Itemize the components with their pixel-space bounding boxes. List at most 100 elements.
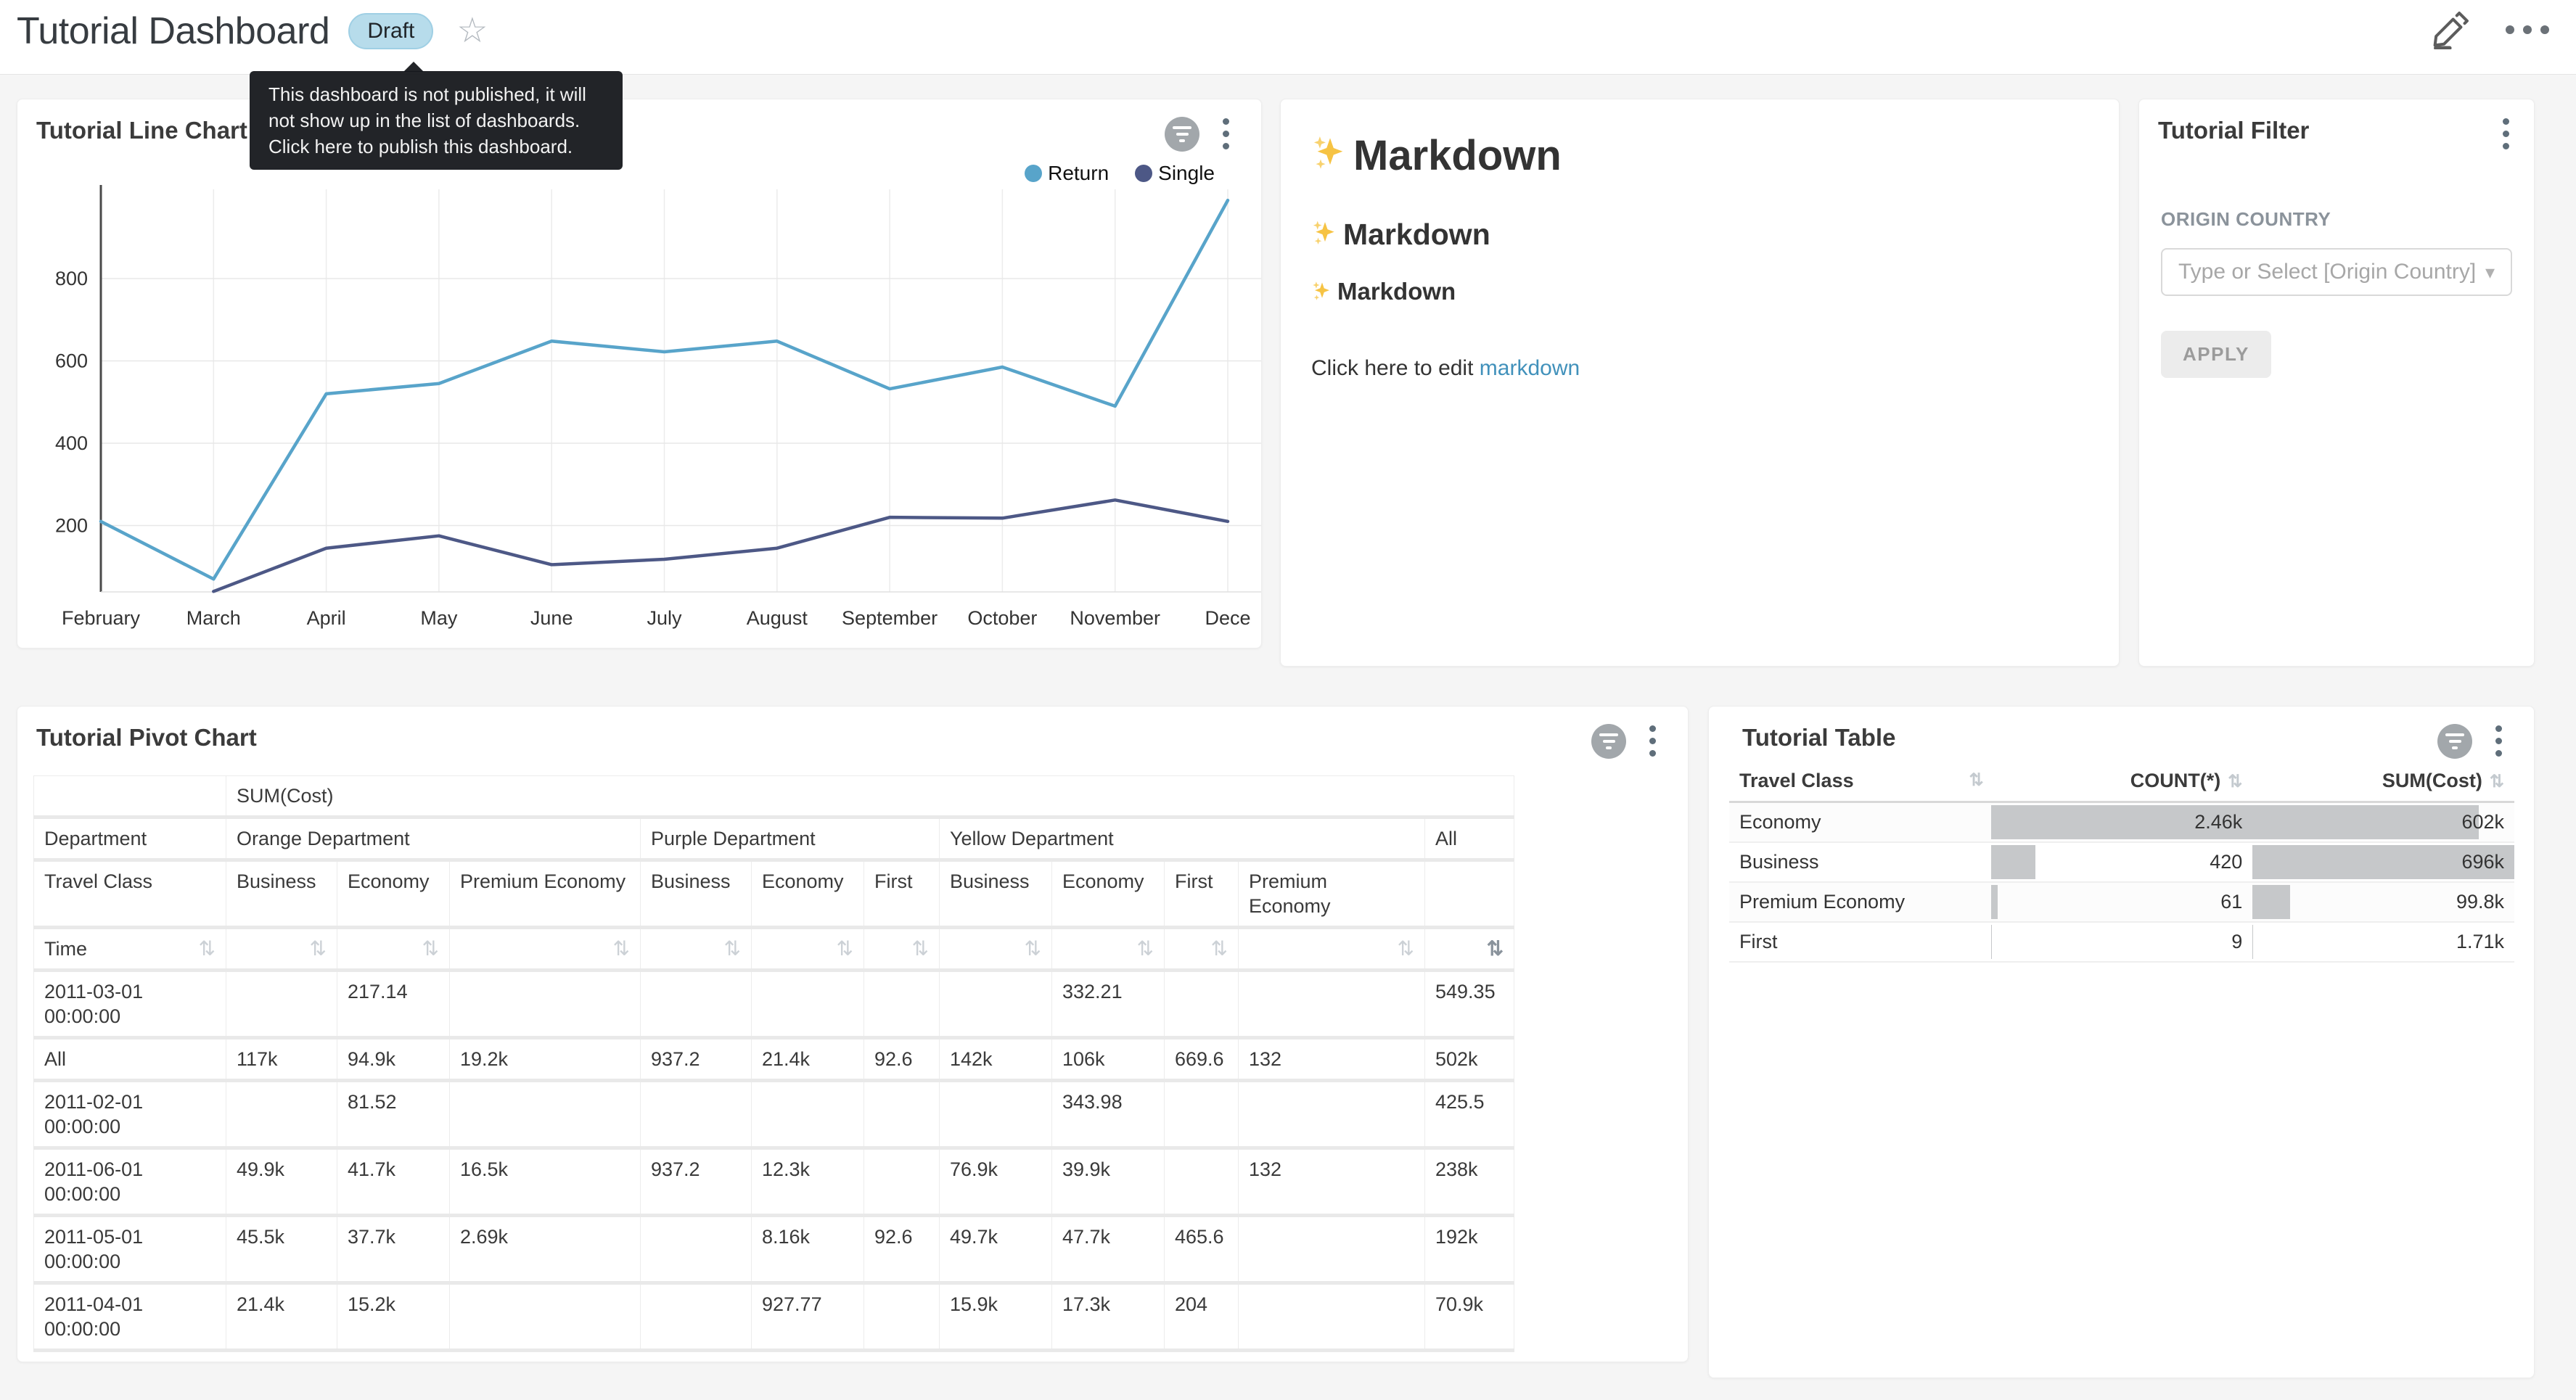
- sort-icon[interactable]: ⇅: [199, 936, 216, 961]
- pivot-value-cell: 132: [1239, 1148, 1425, 1216]
- pivot-class-header: Business: [226, 860, 337, 928]
- pivot-value-cell: 238k: [1425, 1148, 1514, 1216]
- line-chart[interactable]: 200400600800FebruaryMarchAprilMayJuneJul…: [17, 182, 1261, 646]
- pivot-value-cell: [1239, 1283, 1425, 1351]
- sort-icon[interactable]: ⇅: [1487, 936, 1504, 961]
- sort-icon[interactable]: ⇅: [1025, 936, 1041, 961]
- kebab-menu-icon[interactable]: [1220, 115, 1232, 152]
- pivot-value-cell: 12.3k: [752, 1148, 864, 1216]
- sort-icon[interactable]: ⇅: [1137, 936, 1154, 961]
- sparkles-icon: [1311, 134, 1349, 183]
- unpublished-tooltip[interactable]: This dashboard is not published, it will…: [250, 71, 623, 170]
- pivot-time-label: Time⇅: [34, 928, 226, 971]
- pivot-class-header: First: [864, 860, 940, 928]
- pivot-value-cell: 15.2k: [337, 1283, 450, 1351]
- pivot-value-cell: [1239, 1216, 1425, 1283]
- pivot-value-cell: 49.9k: [226, 1148, 337, 1216]
- pivot-sort-cell: ⇅: [641, 928, 752, 971]
- pivot-value-cell: 132: [1239, 1038, 1425, 1081]
- pivot-value-cell: [641, 1081, 752, 1148]
- svg-text:June: June: [530, 607, 573, 629]
- sort-icon[interactable]: ⇅: [613, 936, 630, 961]
- pivot-row: 2011-05-01 00:00:0045.5k37.7k2.69k8.16k9…: [34, 1216, 1514, 1283]
- dashboard-header: Tutorial Dashboard Draft ☆: [0, 0, 2576, 75]
- pivot-value-cell: 106k: [1052, 1038, 1165, 1081]
- sort-icon[interactable]: ⇅: [912, 936, 929, 961]
- sort-icon[interactable]: ⇅: [1969, 770, 1984, 791]
- sort-icon[interactable]: ⇅: [422, 936, 439, 961]
- pivot-row: 2011-04-01 00:00:0021.4k15.2k927.7715.9k…: [34, 1283, 1514, 1351]
- pivot-sort-cell: ⇅: [1425, 928, 1514, 971]
- tooltip-text: This dashboard is not published, it will…: [268, 81, 604, 160]
- pivot-value-cell: [641, 971, 752, 1038]
- filter-circle-icon[interactable]: [1591, 724, 1626, 759]
- pivot-class-header: Economy: [752, 860, 864, 928]
- kebab-menu-icon[interactable]: [2500, 115, 2512, 152]
- kebab-menu-icon[interactable]: [2493, 722, 2505, 759]
- svg-text:May: May: [420, 607, 458, 629]
- draft-badge[interactable]: Draft: [348, 13, 433, 49]
- pivot-value-cell: 332.21: [1052, 971, 1165, 1038]
- sort-icon[interactable]: ⇅: [2228, 772, 2242, 791]
- filter-circle-icon[interactable]: [1165, 117, 1199, 152]
- pivot-all-header: All: [1425, 818, 1514, 860]
- pivot-sort-cell: ⇅: [1165, 928, 1239, 971]
- filter-circle-icon[interactable]: [2437, 724, 2472, 759]
- sort-icon[interactable]: ⇅: [1211, 936, 1228, 961]
- markdown-edit-link[interactable]: markdown: [1480, 356, 1580, 380]
- pivot-sort-cell: ⇅: [226, 928, 337, 971]
- origin-country-label: ORIGIN COUNTRY: [2161, 208, 2512, 231]
- svg-text:Dece: Dece: [1205, 607, 1250, 629]
- sort-icon[interactable]: ⇅: [2490, 772, 2504, 791]
- table-header-sum[interactable]: SUM(Cost)⇅: [2252, 761, 2514, 802]
- pivot-sort-cell: ⇅: [752, 928, 864, 971]
- pivot-value-cell: [1165, 971, 1239, 1038]
- cell-bar: [2252, 805, 2479, 839]
- origin-country-select[interactable]: Type or Select [Origin Country] ▾: [2161, 248, 2512, 296]
- svg-text:September: September: [842, 607, 938, 629]
- table-header-travel-class[interactable]: Travel Class⇅: [1729, 761, 1991, 802]
- pivot-value-cell: 142k: [940, 1038, 1052, 1081]
- filter-card: Tutorial Filter ORIGIN COUNTRY Type or S…: [2138, 99, 2535, 667]
- pivot-value-cell: 927.77: [752, 1283, 864, 1351]
- edit-pencil-icon[interactable]: [2431, 10, 2470, 53]
- pivot-sort-cell: ⇅: [450, 928, 641, 971]
- svg-text:April: April: [307, 607, 346, 629]
- pivot-value-cell: [450, 971, 641, 1038]
- pivot-value-cell: [940, 971, 1052, 1038]
- sort-icon[interactable]: ⇅: [837, 936, 853, 961]
- count-cell: 61: [1991, 882, 2253, 922]
- sort-icon[interactable]: ⇅: [310, 936, 327, 961]
- pivot-value-cell: 37.7k: [337, 1216, 450, 1283]
- pivot-value-cell: 70.9k: [1425, 1283, 1514, 1351]
- kebab-menu-icon[interactable]: [1646, 722, 1659, 759]
- star-icon[interactable]: ☆: [456, 14, 488, 49]
- line-chart-card: Tutorial Line Chart ReturnSingle 2004006…: [17, 99, 1262, 648]
- pivot-class-header: [1425, 860, 1514, 928]
- ellipsis-icon[interactable]: [2505, 25, 2550, 38]
- pivot-value-cell: [1239, 1081, 1425, 1148]
- pivot-value-cell: 465.6: [1165, 1216, 1239, 1283]
- pivot-sort-cell: ⇅: [940, 928, 1052, 971]
- pivot-value-cell: [752, 1081, 864, 1148]
- filter-card-icons: [2500, 115, 2512, 152]
- markdown-h2: Markdown: [1311, 218, 2090, 255]
- pivot-value-cell: 92.6: [864, 1216, 940, 1283]
- cell-bar: [1991, 845, 2036, 879]
- pivot-value-cell: 16.5k: [450, 1148, 641, 1216]
- pivot-measure-label: SUM(Cost): [226, 776, 1514, 818]
- sum-cell: 602k: [2252, 802, 2514, 842]
- svg-text:February: February: [62, 607, 141, 629]
- pivot-value-cell: 217.14: [337, 971, 450, 1038]
- table-header-count[interactable]: COUNT(*)⇅: [1991, 761, 2253, 802]
- pivot-value-cell: [641, 1216, 752, 1283]
- pivot-value-cell: [752, 971, 864, 1038]
- apply-button[interactable]: APPLY: [2161, 331, 2271, 378]
- pivot-value-cell: 94.9k: [337, 1038, 450, 1081]
- pivot-value-cell: 192k: [1425, 1216, 1514, 1283]
- sort-icon[interactable]: ⇅: [724, 936, 741, 961]
- pivot-value-cell: [1165, 1148, 1239, 1216]
- pivot-table: SUM(Cost)DepartmentOrange DepartmentPurp…: [33, 775, 1514, 1352]
- sort-icon[interactable]: ⇅: [1398, 936, 1414, 961]
- pivot-class-header: Premium Economy: [450, 860, 641, 928]
